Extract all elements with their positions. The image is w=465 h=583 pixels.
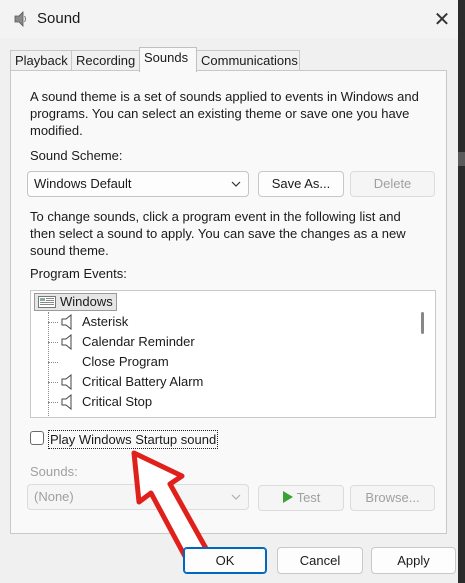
save-as-button[interactable]: Save As...: [258, 171, 344, 197]
tab-label: Communications: [201, 53, 298, 68]
browse-label: Browse...: [365, 490, 420, 505]
background-window-edge: [458, 0, 465, 583]
tab-recording[interactable]: Recording: [71, 50, 140, 70]
description-line: modified.: [30, 123, 83, 138]
program-events-label: Program Events:: [30, 265, 127, 282]
delete-button[interactable]: Delete: [350, 171, 435, 197]
apply-button[interactable]: Apply: [371, 547, 456, 574]
event-label: Critical Stop: [82, 394, 153, 409]
tree-root-label: Windows: [60, 294, 113, 309]
sounds-label: Sounds:: [30, 463, 78, 480]
cancel-label: Cancel: [299, 553, 341, 568]
tab-playback[interactable]: Playback: [10, 50, 72, 70]
startup-sound-checkbox[interactable]: [30, 431, 44, 445]
tab-label: Playback: [15, 53, 68, 68]
browse-button[interactable]: Browse...: [350, 485, 435, 511]
ok-button[interactable]: OK: [183, 547, 267, 574]
description-line: A sound theme is a set of sounds applied…: [30, 89, 419, 104]
chevron-down-icon: [230, 172, 242, 196]
tab-label: Recording: [76, 53, 136, 68]
speaker-icon: [14, 11, 26, 27]
save-as-label: Save As...: [271, 176, 331, 191]
speaker-icon: [61, 394, 72, 410]
label-text: Program Events:: [30, 266, 127, 281]
tree-connector: [48, 362, 58, 363]
startup-sound-text: Play Windows Startup sound: [50, 432, 217, 447]
sounds-value: (None): [34, 489, 74, 504]
chevron-down-icon: [230, 485, 242, 509]
description-line: programs. You can select an existing the…: [30, 106, 410, 121]
test-button[interactable]: Test: [258, 485, 344, 511]
instructions-line: sound theme.: [30, 243, 109, 258]
sound-scheme-value: Windows Default: [34, 176, 132, 191]
windows-folder-icon: [38, 296, 56, 308]
speaker-icon: [61, 314, 72, 330]
ok-label: OK: [215, 553, 235, 568]
program-events-list[interactable]: Windows Asterisk Calendar Reminder Close…: [30, 290, 436, 418]
label-text: Sounds:: [30, 464, 78, 479]
tab-label: Sounds: [144, 50, 189, 65]
tree-connector: [48, 402, 58, 403]
event-label: Close Program: [82, 354, 169, 369]
play-icon: [282, 491, 293, 503]
instructions: To change sounds, click a program event …: [30, 208, 406, 259]
close-icon: ✕: [433, 8, 451, 31]
event-label: Critical Battery Alarm: [82, 374, 204, 389]
title-bar: Sound ✕: [0, 0, 465, 38]
speaker-icon: [61, 334, 72, 350]
tree-connector: [48, 342, 58, 343]
apply-label: Apply: [397, 553, 430, 568]
tree-root-windows[interactable]: Windows: [34, 293, 117, 311]
edge-mark: [458, 152, 465, 166]
instructions-line: then select a sound to apply. You can sa…: [30, 226, 406, 241]
sound-scheme-dropdown[interactable]: Windows Default: [27, 171, 249, 197]
tree-connector: [48, 382, 58, 383]
tab-communications[interactable]: Communications: [196, 50, 300, 70]
event-label: Asterisk: [82, 314, 129, 329]
test-label: Test: [296, 490, 321, 505]
event-label: Calendar Reminder: [82, 334, 195, 349]
cancel-button[interactable]: Cancel: [277, 547, 363, 574]
sound-scheme-label: Sound Scheme:: [30, 147, 123, 164]
theme-description: A sound theme is a set of sounds applied…: [30, 88, 419, 139]
list-scrollbar[interactable]: [421, 312, 424, 334]
delete-label: Delete: [373, 176, 412, 191]
speaker-icon: [61, 374, 72, 390]
tree-connector: [48, 322, 58, 323]
tab-sounds[interactable]: Sounds: [139, 47, 197, 72]
window-title: Sound: [37, 10, 81, 27]
startup-sound-label[interactable]: Play Windows Startup sound: [48, 430, 219, 449]
instructions-line: To change sounds, click a program event …: [30, 209, 401, 224]
label-text: Sound Scheme:: [30, 148, 123, 163]
